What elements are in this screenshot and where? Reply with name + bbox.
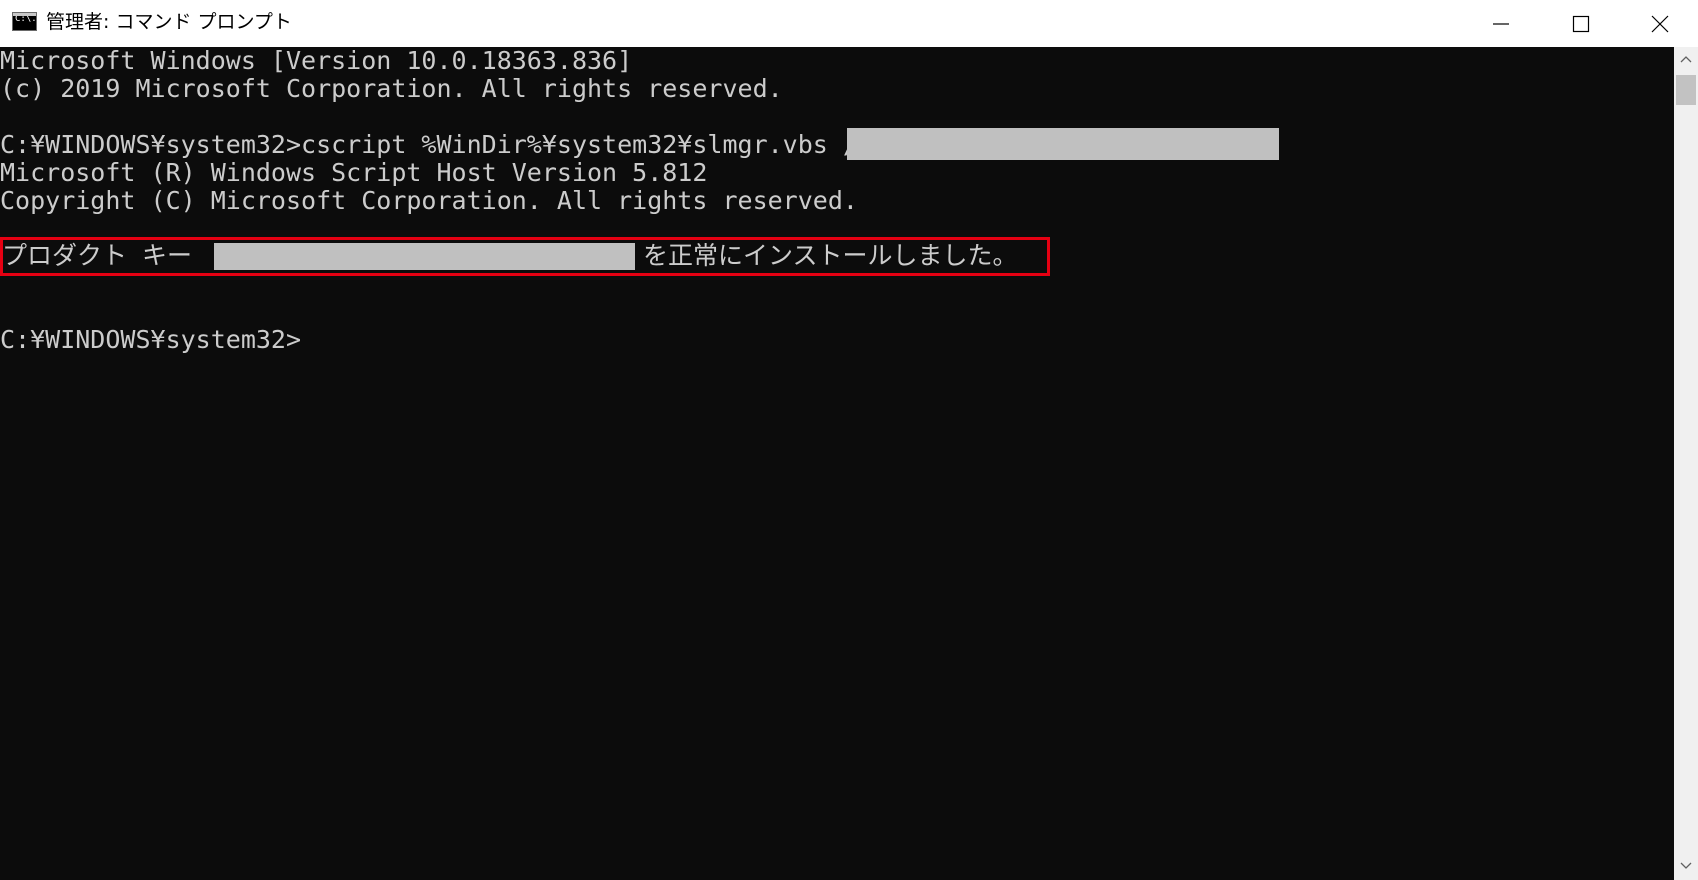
vertical-scrollbar[interactable] [1674,47,1698,880]
scroll-down-button[interactable] [1674,854,1698,880]
scroll-up-button[interactable] [1674,47,1698,73]
console-line-command: C:¥WINDOWS¥system32>cscript %WinDir%¥sys… [0,130,904,159]
console-prompt: C:¥WINDOWS¥system32> [0,325,302,354]
console-line-script-host: Microsoft (R) Windows Script Host Versio… [0,158,708,187]
maximize-button[interactable] [1541,0,1621,47]
scroll-thumb[interactable] [1676,75,1696,105]
highlight-box [0,237,1050,276]
close-button[interactable] [1621,0,1698,47]
minimize-icon [1492,15,1510,33]
title-bar[interactable]: C:\. 管理者: コマンド プロンプト [0,0,1698,47]
console-output[interactable]: Microsoft Windows [Version 10.0.18363.83… [0,47,1674,880]
chevron-down-icon [1679,858,1693,876]
console-line-version: Microsoft Windows [Version 10.0.18363.83… [0,47,633,75]
console-line-script-copyright: Copyright (C) Microsoft Corporation. All… [0,186,858,215]
console-line-copyright: (c) 2019 Microsoft Corporation. All righ… [0,74,783,103]
maximize-icon [1572,15,1590,33]
minimize-button[interactable] [1461,0,1541,47]
window-title: 管理者: コマンド プロンプト [46,11,292,33]
console-app-icon: C:\. [12,12,37,31]
close-icon [1651,15,1669,33]
chevron-up-icon [1679,51,1693,69]
command-prompt-window: C:\. 管理者: コマンド プロンプト Microsoft Windows [… [0,0,1698,880]
redacted-product-key [847,128,1279,160]
